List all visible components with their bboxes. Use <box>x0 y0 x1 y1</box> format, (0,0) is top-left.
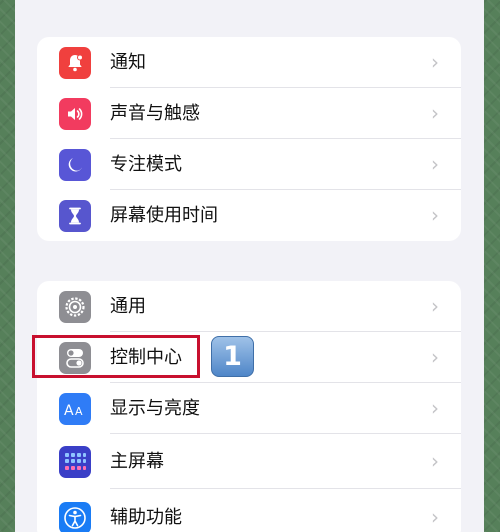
chevron-right-icon: › <box>431 152 439 176</box>
bell-icon <box>59 47 91 79</box>
speaker-icon <box>59 98 91 130</box>
chevron-right-icon: › <box>431 345 439 369</box>
settings-row-home-screen[interactable]: 主屏幕 › <box>37 434 461 489</box>
aa-icon: AA <box>59 393 91 425</box>
chevron-right-icon: › <box>431 50 439 74</box>
settings-row-focus[interactable]: 专注模式 › <box>37 139 461 190</box>
chevron-right-icon: › <box>431 449 439 473</box>
row-label: 辅助功能 <box>110 507 182 528</box>
settings-group-1: 通知 › 声音与触感 › 专注模式 › 屏幕使用时间 › <box>37 37 461 241</box>
highlight-box <box>32 335 200 378</box>
settings-row-sounds[interactable]: 声音与触感 › <box>37 88 461 139</box>
row-label: 专注模式 <box>110 154 182 175</box>
row-label: 通用 <box>110 296 146 317</box>
row-label: 显示与亮度 <box>110 398 200 419</box>
row-label: 主屏幕 <box>110 451 164 472</box>
settings-row-accessibility[interactable]: 辅助功能 › <box>37 489 461 532</box>
svg-text:A: A <box>75 405 83 418</box>
row-label: 屏幕使用时间 <box>110 205 218 226</box>
chevron-right-icon: › <box>431 294 439 318</box>
step-number-badge: 1 <box>211 336 254 377</box>
chevron-right-icon: › <box>431 101 439 125</box>
svg-text:A: A <box>64 403 74 418</box>
chevron-right-icon: › <box>431 396 439 420</box>
row-label: 通知 <box>110 52 146 73</box>
settings-row-screen-time[interactable]: 屏幕使用时间 › <box>37 190 461 241</box>
settings-screen: 通知 › 声音与触感 › 专注模式 › 屏幕使用时间 › 通用 › 控制中心 ›… <box>15 0 484 532</box>
row-label: 声音与触感 <box>110 103 200 124</box>
settings-group-2: 通用 › 控制中心 › AA 显示与亮度 › 主屏幕 › 辅助功能 › <box>37 281 461 532</box>
settings-row-general[interactable]: 通用 › <box>37 281 461 332</box>
chevron-right-icon: › <box>431 505 439 529</box>
accessibility-icon <box>59 502 91 532</box>
settings-row-notifications[interactable]: 通知 › <box>37 37 461 88</box>
moon-icon <box>59 149 91 181</box>
gear-icon <box>59 291 91 323</box>
home-grid-icon <box>59 446 91 478</box>
settings-row-display[interactable]: AA 显示与亮度 › <box>37 383 461 434</box>
chevron-right-icon: › <box>431 203 439 227</box>
hourglass-icon <box>59 200 91 232</box>
